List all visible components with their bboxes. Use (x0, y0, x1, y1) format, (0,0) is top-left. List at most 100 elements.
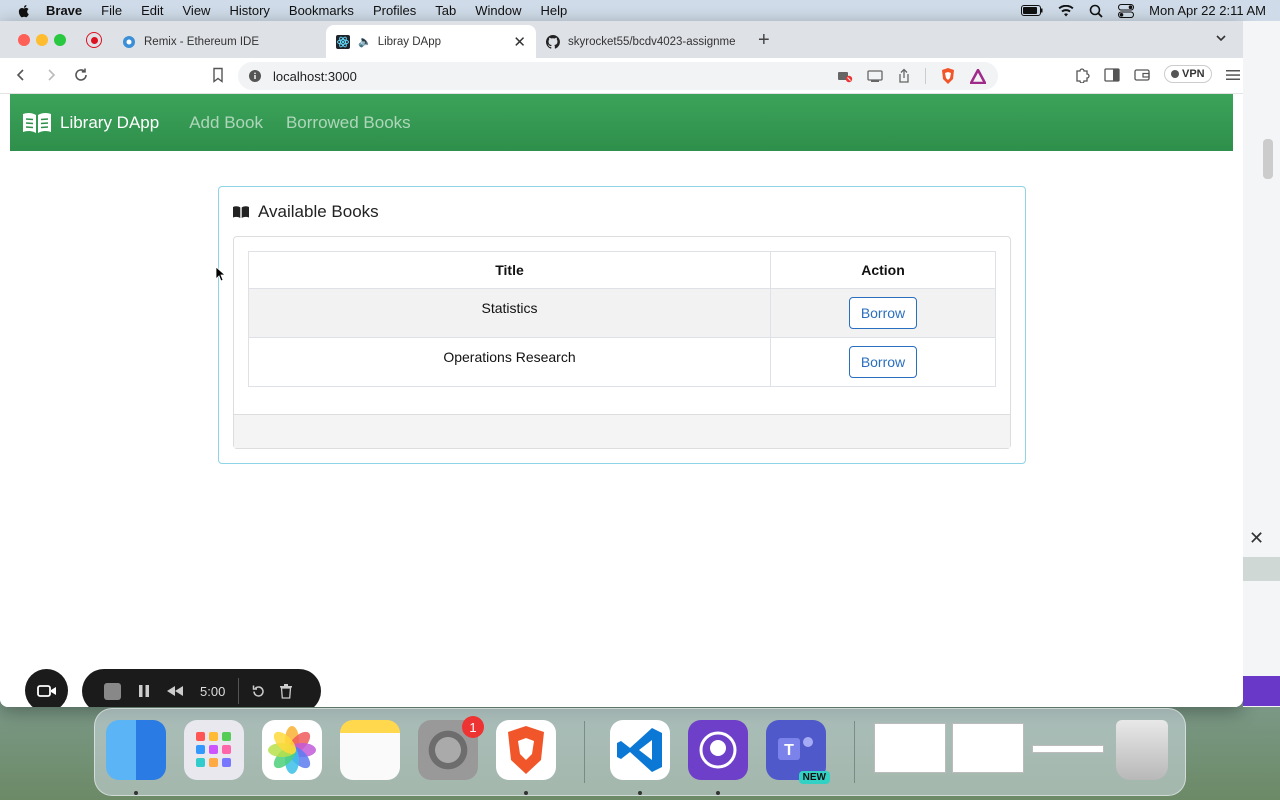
system-settings-icon[interactable]: 1 (418, 716, 484, 780)
tab-label: skyrocket55/bcdv4023-assignme (568, 35, 736, 48)
vpn-button[interactable]: VPN (1164, 65, 1212, 83)
mouse-cursor-icon (215, 266, 225, 282)
nav-link-borrowed-books[interactable]: Borrowed Books (286, 113, 411, 133)
vpn-label: VPN (1182, 68, 1205, 80)
notes-icon[interactable] (340, 720, 400, 780)
bookmark-icon[interactable] (212, 67, 224, 83)
stop-recording-button[interactable] (104, 682, 121, 700)
pause-icon[interactable] (138, 684, 150, 698)
books-table-container: Title Action Statistics Borrow Operation… (233, 236, 1011, 449)
book-open-icon (233, 206, 249, 218)
vscode-icon[interactable] (610, 720, 670, 780)
window-close-button[interactable] (18, 34, 30, 46)
menu-bookmarks[interactable]: Bookmarks (289, 3, 354, 18)
menu-window[interactable]: Window (475, 3, 521, 18)
available-books-card: Available Books Title Action Statistics (218, 186, 1026, 464)
recording-timer: 5:00 (200, 683, 226, 699)
brave-shields-icon[interactable] (940, 67, 956, 85)
control-center-icon[interactable] (1118, 3, 1135, 18)
spotlight-search-icon[interactable] (1089, 4, 1103, 18)
navbar-brand[interactable]: Library DApp (22, 112, 159, 134)
new-tab-plus-icon[interactable]: + (758, 29, 770, 52)
recorder-divider (238, 678, 240, 704)
hamburger-menu-icon[interactable] (1225, 69, 1240, 81)
battery-icon[interactable] (1021, 5, 1043, 16)
tab-close-icon[interactable]: ✕ (513, 33, 526, 51)
finder-icon[interactable] (106, 720, 166, 780)
url-divider (925, 68, 926, 84)
column-header-action: Action (770, 251, 996, 289)
web-page: Library DApp Add Book Borrowed Books Ava… (0, 94, 1243, 707)
remix-icon (123, 35, 135, 48)
menu-app-name[interactable]: Brave (46, 3, 82, 18)
menu-view[interactable]: View (183, 3, 211, 18)
reload-icon[interactable] (73, 67, 89, 83)
photos-icon[interactable] (262, 720, 322, 780)
menubar-clock[interactable]: Mon Apr 22 2:11 AM (1149, 3, 1266, 18)
menu-edit[interactable]: Edit (141, 3, 163, 18)
tab-remix[interactable]: Remix - Ethereum IDE (112, 25, 322, 58)
book-title-cell: Statistics (248, 288, 771, 338)
notification-badge: 1 (462, 716, 484, 738)
cast-icon[interactable] (867, 69, 883, 83)
minimized-window-browser[interactable] (952, 723, 1024, 773)
github-desktop-icon[interactable] (688, 720, 748, 780)
apple-icon[interactable] (16, 3, 32, 19)
speaker-icon[interactable]: 🔈 (358, 35, 372, 48)
running-indicator (638, 791, 642, 795)
book-title-cell: Operations Research (248, 337, 771, 387)
trash-bin-icon[interactable] (1116, 720, 1168, 780)
background-close-icon[interactable]: ✕ (1249, 528, 1264, 549)
svg-text:T: T (784, 742, 794, 759)
tab-search-chevron-icon[interactable] (1214, 31, 1228, 45)
nav-link-add-book[interactable]: Add Book (189, 113, 263, 133)
menu-history[interactable]: History (229, 3, 269, 18)
recording-indicator-icon[interactable] (86, 32, 102, 48)
tab-label: Remix - Ethereum IDE (144, 35, 260, 48)
extensions-puzzle-icon[interactable] (1074, 67, 1090, 83)
menu-profiles[interactable]: Profiles (373, 3, 416, 18)
restart-icon[interactable] (251, 684, 266, 699)
trash-icon[interactable] (279, 683, 293, 699)
minimized-window-vscode[interactable] (874, 723, 946, 773)
borrow-button[interactable]: Borrow (848, 297, 918, 329)
tab-github[interactable]: skyrocket55/bcdv4023-assignme (536, 25, 746, 58)
window-zoom-button[interactable] (54, 34, 66, 46)
sidebar-toggle-icon[interactable] (1104, 68, 1120, 82)
github-octocat-icon (699, 731, 737, 769)
borrow-button[interactable]: Borrow (848, 346, 918, 378)
brave-lion-icon (508, 726, 544, 774)
forward-arrow-icon[interactable] (44, 67, 58, 83)
running-indicator (134, 791, 138, 795)
microsoft-teams-icon[interactable]: T NEW (766, 720, 830, 784)
brave-rewards-icon[interactable] (970, 68, 986, 84)
tab-library-dapp[interactable]: 🔈 Libray DApp ✕ (326, 25, 536, 58)
menu-tab[interactable]: Tab (435, 3, 456, 18)
share-icon[interactable] (897, 68, 911, 84)
site-info-icon[interactable] (249, 70, 261, 82)
background-notification-icon[interactable] (1243, 676, 1280, 706)
minimized-window-notification[interactable] (1032, 745, 1104, 753)
background-scrollbar[interactable] (1263, 139, 1273, 179)
macos-dock: 1 T NEW (94, 708, 1186, 796)
menu-file[interactable]: File (101, 3, 122, 18)
tab-strip: Remix - Ethereum IDE 🔈 Libray DApp ✕ sky… (0, 21, 1243, 58)
window-minimize-button[interactable] (36, 34, 48, 46)
rewind-icon[interactable] (166, 685, 184, 697)
recorder-control-bar: 5:00 (82, 669, 321, 707)
vscode-logo-icon (617, 728, 662, 772)
action-cell: Borrow (770, 337, 996, 387)
brave-browser-icon[interactable] (496, 720, 556, 780)
menu-help[interactable]: Help (541, 3, 568, 18)
dock-separator (854, 721, 855, 783)
wallet-icon[interactable] (1134, 68, 1150, 82)
tab-label: Libray DApp (377, 35, 441, 48)
url-text[interactable]: localhost:3000 (273, 69, 357, 84)
app-navbar: Library DApp Add Book Borrowed Books (10, 94, 1233, 151)
address-bar[interactable]: localhost:3000 (238, 62, 998, 90)
back-arrow-icon[interactable] (14, 67, 28, 83)
blocked-camera-icon[interactable] (837, 69, 853, 83)
recorder-camera-button[interactable] (25, 669, 68, 707)
wifi-icon[interactable] (1058, 4, 1074, 17)
launchpad-icon[interactable] (184, 720, 244, 780)
